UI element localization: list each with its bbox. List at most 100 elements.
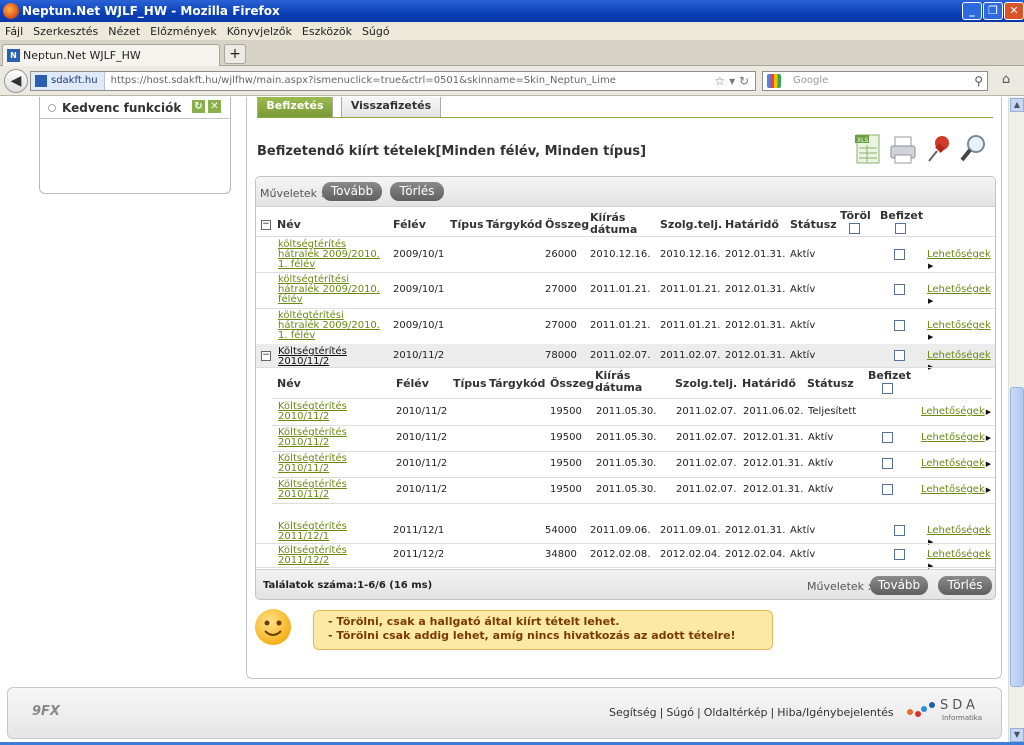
menu-help[interactable]: Súgó — [357, 22, 395, 41]
item-felev: 2010/11/2 — [393, 349, 445, 361]
menu-view[interactable]: Nézet — [103, 22, 145, 41]
tab-visszafizetes[interactable]: Visszafizetés — [341, 97, 441, 118]
item-statusz: Aktív — [808, 458, 834, 469]
befizet-checkbox[interactable] — [894, 284, 905, 295]
col-kiiras[interactable]: Kiírás dátuma — [590, 212, 640, 236]
refresh-icon[interactable]: ↻ — [192, 100, 205, 113]
sub-befizet-all-checkbox[interactable] — [882, 383, 893, 394]
item-name-link[interactable]: Költségtérítés 2010/11/2 — [278, 454, 358, 474]
scroll-down-icon[interactable]: ▼ — [1010, 728, 1024, 742]
tovabb-button[interactable]: Tovább — [322, 182, 382, 201]
page-footer: 9FX Segítség | Súgó | Oldaltérkép | Hiba/Igény… — [7, 687, 1002, 739]
lehetosegek-link[interactable]: Lehetőségek — [921, 484, 991, 495]
close-icon[interactable]: ✕ — [208, 100, 221, 113]
subcol-osszeg[interactable]: Összeg — [550, 377, 594, 390]
befizet-checkbox[interactable] — [894, 525, 905, 536]
tovabb-button-bottom[interactable]: Tovább — [870, 576, 928, 595]
subcol-szolg[interactable]: Szolg.telj. — [675, 377, 737, 390]
minimize-button[interactable]: _ — [962, 2, 982, 20]
subcol-kiiras[interactable]: Kiírás dátuma — [595, 370, 645, 394]
menu-bookmarks[interactable]: Könyvjelzők — [222, 22, 297, 41]
item-name-link[interactable]: költégtérítési hátralék 2009/2010. 1. fé… — [278, 311, 388, 341]
menu-tools[interactable]: Eszközök — [297, 22, 357, 41]
scroll-up-icon[interactable]: ▲ — [1010, 98, 1024, 112]
tab-befizetes[interactable]: Befizetés — [257, 97, 333, 118]
befizet-checkbox[interactable] — [882, 484, 893, 495]
item-felev: 2011/12/2 — [393, 549, 445, 560]
menu-history[interactable]: Előzmények — [145, 22, 222, 41]
befizet-checkbox[interactable] — [882, 458, 893, 469]
subcol-befizet[interactable]: Befizet — [868, 369, 911, 382]
befizet-all-checkbox[interactable] — [895, 223, 906, 234]
subcol-nev[interactable]: Név — [277, 377, 301, 390]
print-icon[interactable] — [889, 133, 917, 167]
footer-link-sitemap[interactable]: Oldaltérkép — [701, 706, 771, 719]
col-befizet[interactable]: Befizet — [880, 209, 923, 222]
item-szolg: 2011.09.01. — [660, 525, 721, 536]
item-name-link[interactable]: Költségtérítés 2011/12/1 — [278, 522, 358, 542]
new-tab-button[interactable]: + — [224, 44, 246, 64]
footer-link-sugo[interactable]: Súgó — [663, 706, 697, 719]
item-name-link[interactable]: Költségtérítés 2010/11/2 — [278, 347, 388, 367]
torles-button-bottom[interactable]: Törlés — [938, 576, 992, 595]
lehetosegek-link[interactable]: Lehetőségek — [921, 406, 991, 417]
torles-button[interactable]: Törlés — [390, 182, 444, 201]
lehetosegek-link[interactable]: Lehetőségek — [927, 249, 995, 271]
subcol-statusz[interactable]: Státusz — [807, 377, 854, 390]
befizet-checkbox[interactable] — [894, 320, 905, 331]
menu-file[interactable]: Fájl — [0, 22, 28, 41]
url-bar[interactable]: sdakft.hu https://host.sdakft.hu/wjlfhw/m… — [30, 71, 756, 91]
search-icon[interactable]: ⚲ — [974, 72, 983, 90]
col-statusz[interactable]: Státusz — [790, 218, 837, 231]
pin-icon[interactable] — [925, 133, 953, 167]
item-name-link[interactable]: költségtérítési hátralék 2009/2010. félé… — [278, 275, 388, 305]
item-name-link[interactable]: Költségtérítés 2010/11/2 — [278, 402, 358, 422]
home-icon[interactable]: ⌂ — [996, 72, 1016, 90]
excel-export-icon[interactable]: XLS — [855, 133, 883, 167]
befizet-checkbox[interactable] — [894, 349, 905, 361]
col-szolg[interactable]: Szolg.telj. — [660, 218, 722, 231]
item-name-link[interactable]: Költségtérítés 2010/11/2 — [278, 480, 358, 500]
col-hatarido[interactable]: Határidő — [725, 218, 779, 231]
col-torol[interactable]: Töröl — [840, 209, 871, 222]
back-button[interactable]: ◀ — [4, 69, 28, 93]
subcol-targykod[interactable]: Tárgykód — [489, 377, 545, 390]
collapse-all-icon[interactable]: − — [261, 220, 271, 230]
subcol-hatarido[interactable]: Határidő — [742, 377, 796, 390]
lehetosegek-link[interactable]: Lehetőségek — [921, 458, 991, 469]
lehetosegek-link[interactable]: Lehetőségek — [921, 432, 991, 443]
col-targykod[interactable]: Tárgykód — [486, 218, 542, 231]
item-hatarido: 2012.01.31. — [725, 284, 786, 295]
befizet-checkbox[interactable] — [894, 248, 905, 260]
col-nev[interactable]: Név — [277, 218, 301, 231]
bookmark-star-icon[interactable]: ☆ ▾ ↻ — [715, 72, 749, 90]
subcol-tipus[interactable]: Típus — [453, 377, 487, 390]
torol-all-checkbox[interactable] — [849, 223, 860, 234]
befizet-checkbox[interactable] — [894, 549, 905, 560]
collapse-group-icon[interactable]: − — [261, 350, 271, 361]
browser-tab[interactable]: N Neptun.Net WJLF_HW — [2, 44, 220, 66]
item-name-link[interactable]: Költségtérítés 2011/12/2 — [278, 546, 358, 566]
col-felev[interactable]: Félév — [393, 218, 426, 231]
site-identity[interactable]: sdakft.hu — [31, 72, 105, 90]
lehetosegek-link[interactable]: Lehetőségek — [927, 350, 995, 372]
search-input[interactable]: Google ⚲ — [762, 71, 988, 91]
lehetosegek-link[interactable]: Lehetőségek — [927, 320, 995, 342]
item-felev: 2010/11/2 — [396, 484, 448, 495]
footer-link-report[interactable]: Hiba/Igénybejelentés — [774, 706, 896, 719]
scroll-thumb[interactable] — [1010, 387, 1024, 687]
search-icon[interactable] — [959, 133, 987, 167]
lehetosegek-link[interactable]: Lehetőségek — [927, 284, 995, 306]
item-name-link[interactable]: Költségtérítés 2010/11/2 — [278, 428, 358, 448]
footer-link-help[interactable]: Segítség — [606, 706, 660, 719]
item-statusz: Aktív — [790, 248, 816, 260]
maximize-button[interactable]: ❐ — [983, 2, 1003, 20]
item-name-link[interactable]: költségtérítés hátralék 2009/2010. 1. fé… — [278, 240, 388, 270]
close-button[interactable]: ✕ — [1004, 2, 1024, 20]
menu-edit[interactable]: Szerkesztés — [28, 22, 103, 41]
col-osszeg[interactable]: Összeg — [545, 218, 589, 231]
befizet-checkbox[interactable] — [882, 432, 893, 443]
subcol-felev[interactable]: Félév — [396, 377, 429, 390]
col-tipus[interactable]: Típus — [450, 218, 484, 231]
vertical-scrollbar[interactable]: ▲ ▼ — [1008, 97, 1024, 743]
